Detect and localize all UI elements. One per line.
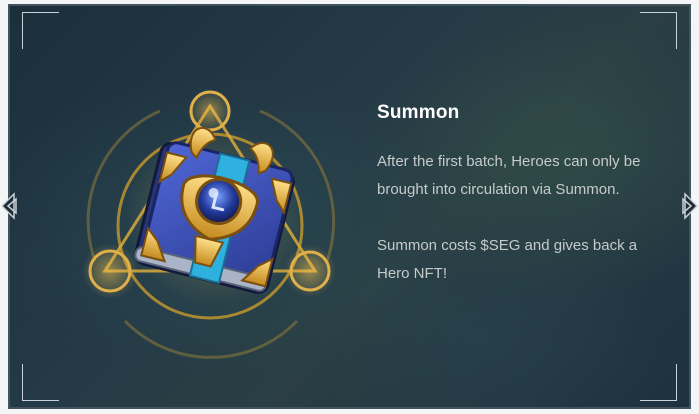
corner-frame-bottom-right — [640, 364, 677, 401]
description-paragraph: After the first batch, Heroes can only b… — [377, 153, 641, 198]
summon-card: Summon After the first batch, Heroes can… — [8, 4, 691, 409]
summon-description: Summon After the first batch, Heroes can… — [377, 102, 667, 288]
summon-emblem — [65, 76, 355, 366]
next-slide-button[interactable] — [677, 190, 699, 222]
chevron-left-icon — [0, 192, 17, 220]
corner-frame-bottom-left — [22, 364, 59, 401]
prev-slide-button[interactable] — [0, 190, 22, 222]
corner-frame-top-right — [640, 12, 677, 49]
corner-frame-top-left — [22, 12, 59, 49]
summon-book-icon — [82, 89, 336, 359]
description-paragraph: Summon costs $SEG and gives back a Hero … — [377, 237, 638, 282]
card-title: Summon — [377, 102, 460, 123]
chevron-right-icon — [682, 192, 699, 220]
